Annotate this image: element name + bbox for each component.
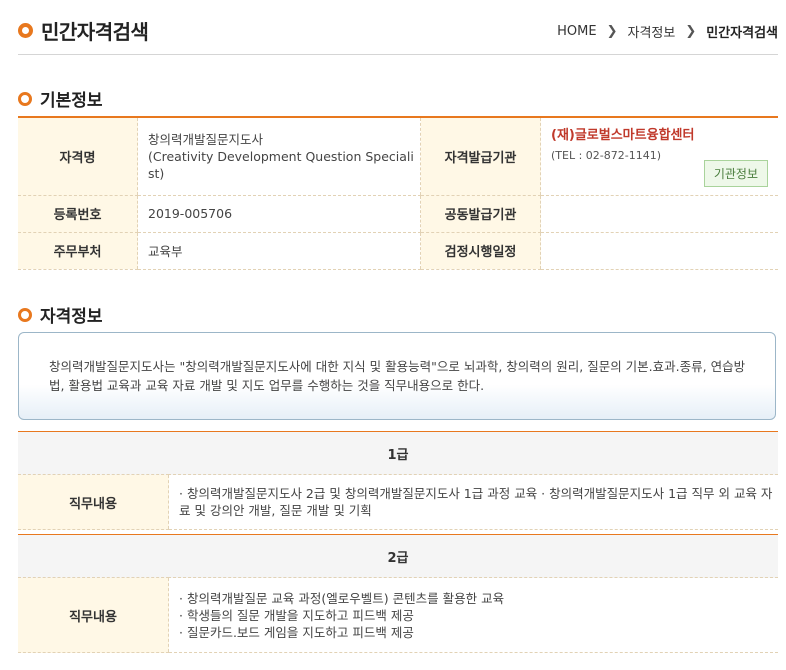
org-info-button[interactable]: 기관정보 [703, 159, 768, 187]
exam-schedule-value [540, 232, 778, 270]
page-title-wrap: 민간자격검색 [18, 16, 149, 45]
duty-content: · 창의력개발질문지도사 2급 및 창의력개발질문지도사 1급 과정 교육 · … [168, 474, 778, 530]
issuer-name: (재)글로벌스마트융합센터 [551, 128, 695, 143]
section-title-qual-info: 자격정보 [18, 302, 103, 327]
chevron-right-icon: ❯ [685, 24, 697, 39]
qualification-name-value: 창의력개발질문지도사 (Creativity Development Quest… [137, 117, 421, 196]
duty-label: 직무내용 [18, 474, 169, 530]
ministry-label: 주무부처 [18, 232, 138, 270]
qualification-summary: 창의력개발질문지도사는 "창의력개발질문지도사에 대한 지식 및 활용능력"으로… [49, 359, 746, 393]
page-title: 민간자격검색 [41, 20, 149, 44]
section-title-basic-info: 기본정보 [18, 86, 103, 111]
reg-number-value: 2019-005706 [137, 195, 421, 233]
exam-schedule-label: 검정시행일정 [420, 232, 541, 270]
table-row: 등록번호 2019-005706 공동발급기관 [18, 195, 778, 233]
issuer-cell: (재)글로벌스마트융합센터 (TEL : 02-872-1141) 기관정보 [540, 117, 778, 196]
duty-item: · 창의력개발질문지도사 2급 및 창의력개발질문지도사 1급 과정 교육 · … [179, 486, 773, 518]
section-title-text: 자격정보 [40, 307, 103, 327]
circle-bullet-icon [18, 23, 33, 38]
chevron-right-icon: ❯ [606, 24, 618, 39]
circle-bullet-icon [18, 307, 32, 322]
duty-item: · 창의력개발질문 교육 과정(엘로우벨트) 콘텐츠를 활용한 교육 [179, 590, 505, 606]
table-row: 1급 [18, 431, 778, 475]
table-row: 직무내용 · 창의력개발질문지도사 2급 및 창의력개발질문지도사 1급 과정 … [18, 474, 778, 530]
table-row: 자격명 창의력개발질문지도사 (Creativity Development Q… [18, 117, 778, 196]
duty-item: · 학생들의 질문 개발을 지도하고 피드백 제공 [179, 607, 414, 623]
grade-title: 2급 [18, 534, 778, 578]
duty-content: · 창의력개발질문 교육 과정(엘로우벨트) 콘텐츠를 활용한 교육 · 학생들… [168, 577, 778, 653]
page-header: 민간자격검색 HOME ❯ 자격정보 ❯ 민간자격검색 [18, 10, 778, 55]
duty-label: 직무내용 [18, 577, 169, 653]
issuer-label: 자격발급기관 [420, 117, 541, 196]
co-issuer-value [540, 195, 778, 233]
co-issuer-label: 공동발급기관 [420, 195, 541, 233]
grade-table-2: 2급 직무내용 · 창의력개발질문 교육 과정(엘로우벨트) 콘텐츠를 활용한 … [18, 534, 778, 653]
table-row: 직무내용 · 창의력개발질문 교육 과정(엘로우벨트) 콘텐츠를 활용한 교육 … [18, 577, 778, 653]
section-title-text: 기본정보 [40, 91, 103, 111]
reg-number-label: 등록번호 [18, 195, 138, 233]
breadcrumb-qualification-info[interactable]: 자격정보 [627, 22, 675, 41]
grade-title: 1급 [18, 431, 778, 475]
breadcrumb: HOME ❯ 자격정보 ❯ 민간자격검색 [557, 22, 778, 41]
ministry-value: 교육부 [137, 232, 421, 270]
breadcrumb-current: 민간자격검색 [706, 26, 778, 41]
qualification-summary-box: 창의력개발질문지도사는 "창의력개발질문지도사에 대한 지식 및 활용능력"으로… [18, 332, 776, 420]
table-row: 2급 [18, 534, 778, 578]
circle-bullet-icon [18, 91, 32, 106]
duty-item: · 질문카드.보드 게임을 지도하고 피드백 제공 [179, 624, 414, 640]
qualification-name-label: 자격명 [18, 117, 138, 196]
basic-info-table: 자격명 창의력개발질문지도사 (Creativity Development Q… [18, 116, 778, 270]
grade-table-1: 1급 직무내용 · 창의력개발질문지도사 2급 및 창의력개발질문지도사 1급 … [18, 431, 778, 530]
breadcrumb-home[interactable]: HOME [557, 24, 596, 39]
table-row: 주무부처 교육부 검정시행일정 [18, 232, 778, 270]
